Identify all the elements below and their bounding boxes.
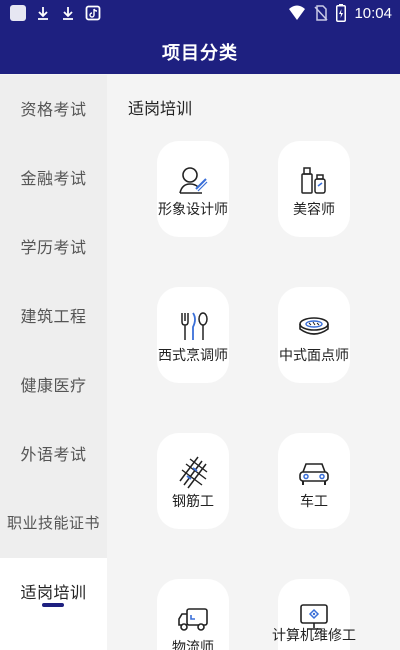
sidebar-item-label: 外语考试 [20, 445, 87, 464]
sidebar-item-language[interactable]: 外语考试 [0, 420, 107, 489]
course-card-computer-repair[interactable]: 计算机维修工 [272, 579, 356, 650]
card-label: 中式面点师 [279, 348, 349, 364]
wifi-icon [289, 5, 306, 20]
sidebar-item-healthcare[interactable]: 健康医疗 [0, 351, 107, 420]
card-label: 车工 [300, 494, 328, 510]
sidebar-item-construction[interactable]: 建筑工程 [0, 282, 107, 351]
card-label: 计算机维修工 [272, 628, 356, 644]
rebar-icon [179, 456, 208, 489]
sidebar-item-finance[interactable]: 金融考试 [0, 144, 107, 213]
sidebar-item-label: 金融考试 [20, 169, 87, 188]
category-content: 适岗培训 形象设计师 美容师 西式烹调师 中式面点师 钢筋工 车工 物流师 计算… [107, 75, 400, 650]
cosmetics-icon [301, 167, 326, 194]
steamer-icon [299, 317, 329, 335]
course-card-steel-worker[interactable]: 钢筋工 [157, 433, 229, 529]
sidebar-item-label: 健康医疗 [20, 376, 87, 395]
course-card-chinese-pastry[interactable]: 中式面点师 [278, 287, 350, 383]
course-card-lathe-worker[interactable]: 车工 [278, 433, 350, 529]
sidebar-item-label: 建筑工程 [20, 307, 87, 326]
truck-icon [178, 608, 208, 631]
sidebar-item-label: 适岗培训 [20, 583, 87, 602]
card-label: 钢筋工 [172, 494, 214, 510]
car-icon [299, 463, 329, 485]
sidebar-item-label: 职业技能证书 [6, 514, 100, 532]
card-label: 美容师 [293, 202, 335, 218]
tiktok-icon [85, 5, 101, 21]
sidebar-item-education[interactable]: 学历考试 [0, 213, 107, 282]
course-card-logistics[interactable]: 物流师 [157, 579, 229, 650]
card-label: 物流师 [172, 640, 214, 650]
sidebar-item-vocational[interactable]: 职业技能证书 [0, 489, 107, 558]
battery-icon [336, 4, 347, 22]
no-sim-icon [314, 5, 329, 21]
sidebar-item-qualification[interactable]: 资格考试 [0, 75, 107, 144]
app-square-icon [10, 5, 26, 21]
course-card-western-cook[interactable]: 西式烹调师 [157, 287, 229, 383]
cutlery-icon [181, 312, 208, 340]
download-icon [63, 7, 73, 20]
card-label: 西式烹调师 [158, 348, 228, 364]
course-card-beautician[interactable]: 美容师 [278, 141, 350, 237]
active-indicator [42, 603, 64, 607]
status-left-icons [10, 5, 101, 21]
page-title: 项目分类 [162, 43, 238, 64]
card-label: 形象设计师 [158, 202, 228, 218]
section-title: 适岗培训 [128, 99, 193, 118]
makeup-artist-icon [179, 167, 208, 194]
status-time: 10:04 [354, 4, 392, 22]
course-card-image-designer[interactable]: 形象设计师 [157, 141, 229, 237]
sidebar-item-job-training[interactable]: 适岗培训 [0, 558, 107, 627]
status-right-icons: 10:04 [288, 4, 392, 22]
category-sidebar: 资格考试 金融考试 学历考试 建筑工程 健康医疗 外语考试 职业技能证书 适岗培… [0, 75, 107, 650]
sidebar-item-label: 学历考试 [20, 238, 87, 257]
header: 项目分类 [0, 28, 400, 74]
download-icon [38, 7, 48, 20]
sidebar-item-label: 资格考试 [20, 100, 87, 119]
status-bar: 10:04 [0, 0, 400, 28]
